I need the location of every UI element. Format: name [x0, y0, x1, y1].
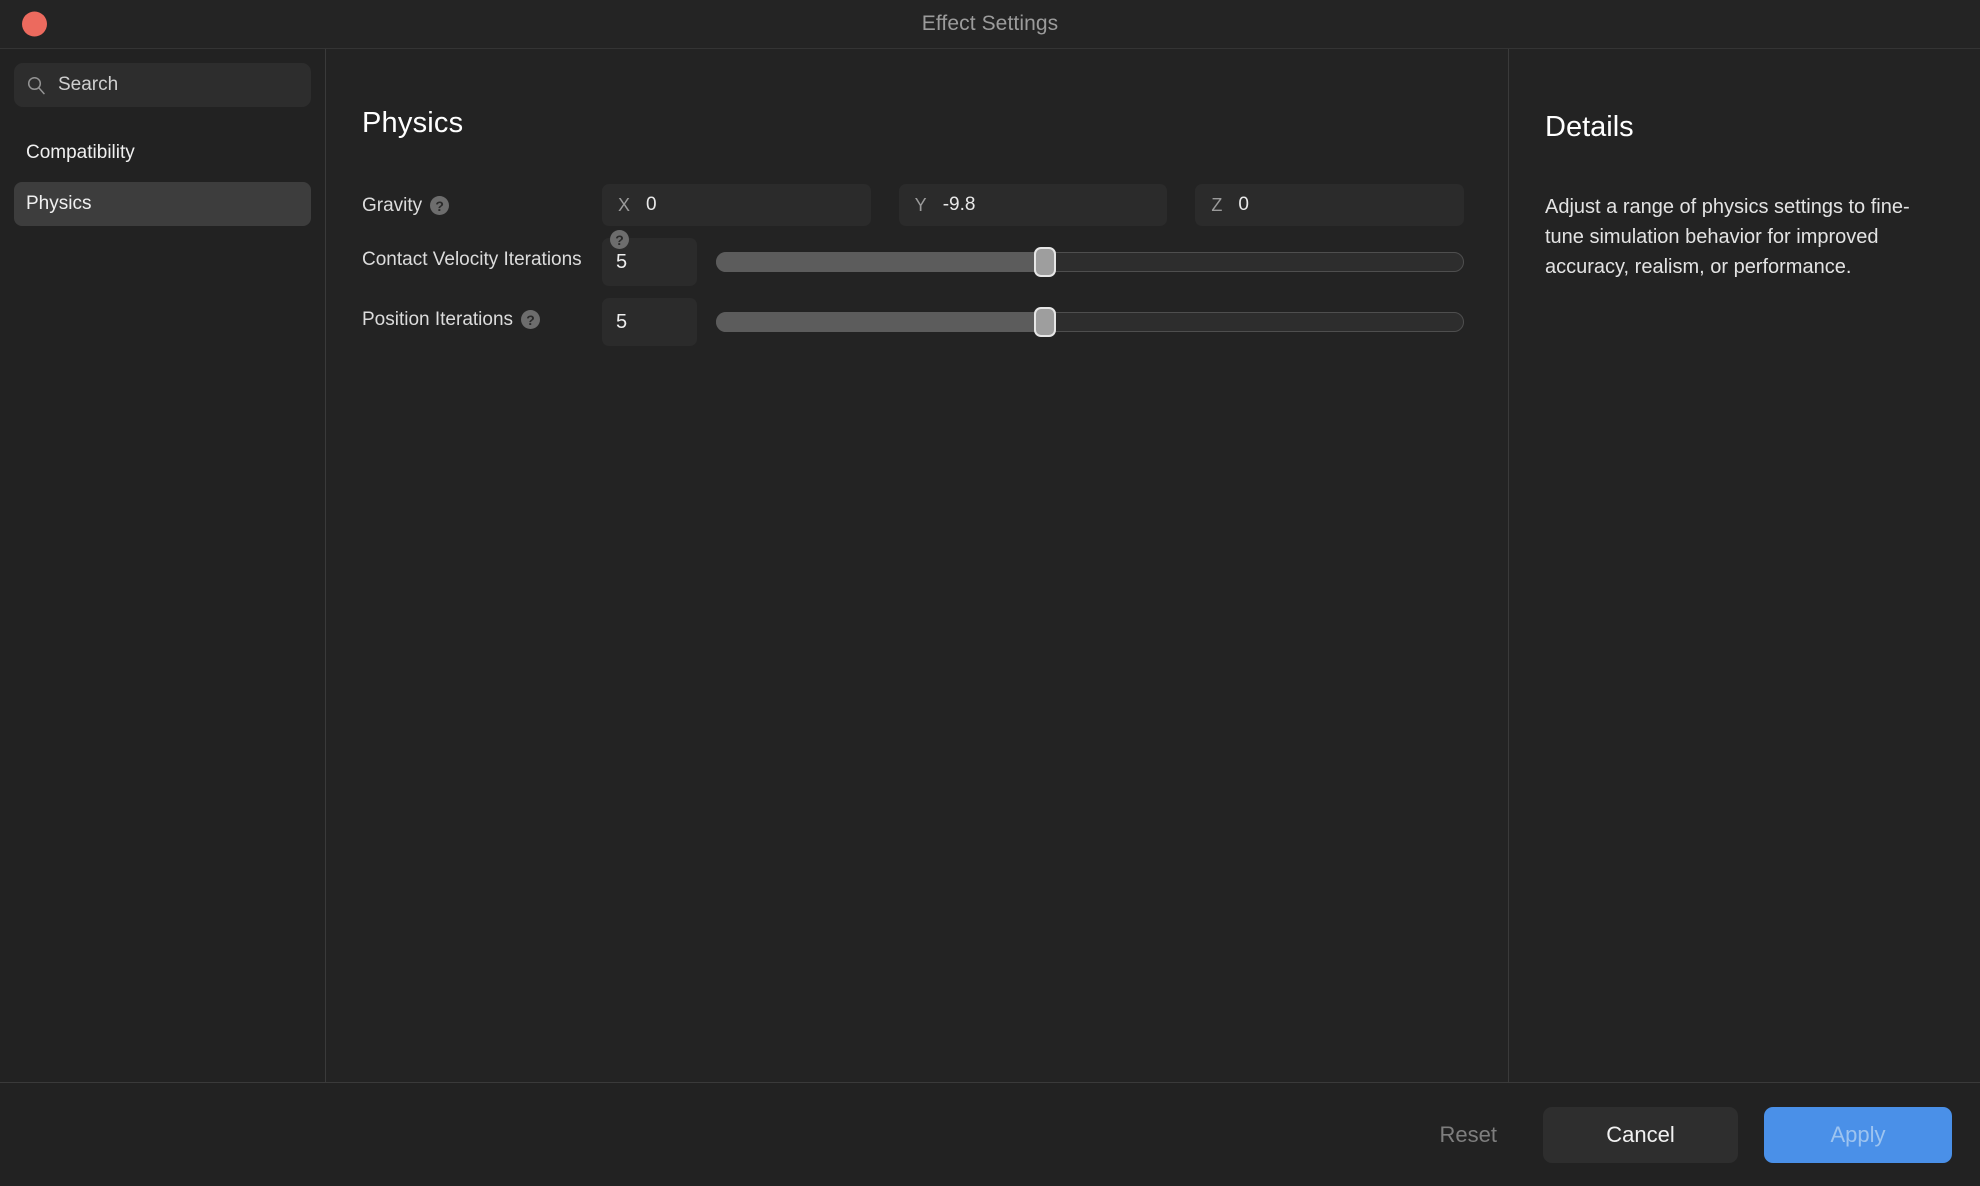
contact-velocity-iterations-input[interactable]: ? 5 [602, 230, 697, 286]
sidebar-item-compatibility[interactable]: Compatibility [14, 131, 311, 175]
details-panel: Details Adjust a range of physics settin… [1509, 49, 1980, 1082]
field-label-text: Contact Velocity Iterations [362, 249, 582, 270]
axis-value: 0 [1238, 194, 1249, 215]
details-title: Details [1545, 111, 1634, 143]
contact-velocity-iterations-control: ? 5 [602, 230, 1464, 286]
contact-velocity-iterations-slider[interactable] [716, 247, 1464, 277]
gravity-vector-fields: X 0 Y -9.8 Z 0 [602, 184, 1465, 226]
field-row-contact-velocity-iterations: Contact Velocity Iterations ? 5 [362, 230, 1464, 286]
main-panel: Physics Gravity ? X 0 Y -9.8 Z 0 Contact… [326, 49, 1509, 1082]
axis-label: Y [914, 194, 927, 215]
details-body: Adjust a range of physics settings to fi… [1545, 196, 1910, 278]
slider-thumb[interactable] [1034, 247, 1057, 277]
slider-fill [716, 252, 1046, 272]
help-circle-icon[interactable]: ? [430, 196, 450, 215]
axis-value: 0 [646, 194, 657, 215]
slider-thumb[interactable] [1034, 307, 1057, 337]
slider-fill [716, 312, 1046, 332]
axis-label: Z [1211, 194, 1223, 215]
field-label-position-iterations: Position Iterations ? [362, 298, 602, 332]
cancel-button[interactable]: Cancel [1543, 1106, 1738, 1163]
search-box[interactable] [14, 63, 311, 107]
window-title: Effect Settings [921, 12, 1059, 35]
sidebar-item-physics[interactable]: Physics [14, 182, 311, 226]
gravity-y-field[interactable]: Y -9.8 [898, 184, 1168, 226]
close-button[interactable] [22, 11, 47, 37]
apply-button[interactable]: Apply [1764, 1106, 1952, 1163]
footer-button-bar: Reset Cancel Apply [0, 1082, 1980, 1186]
position-iterations-slider[interactable] [716, 307, 1464, 337]
position-iterations-input[interactable]: 5 [602, 298, 697, 346]
search-icon [27, 76, 45, 95]
position-iterations-control: 5 [602, 298, 1464, 346]
sidebar: Compatibility Physics [0, 49, 326, 1082]
field-row-position-iterations: Position Iterations ? 5 [362, 298, 1464, 346]
sidebar-item-label: Physics [26, 193, 92, 214]
effect-settings-window: Effect Settings Compatibility Physics Ph… [0, 0, 1980, 1186]
field-label-text: Gravity [362, 195, 423, 216]
position-iterations-value: 5 [616, 310, 628, 333]
field-row-gravity: Gravity ? X 0 Y -9.8 Z 0 [362, 184, 1465, 226]
gravity-z-field[interactable]: Z 0 [1195, 184, 1465, 226]
search-input[interactable] [58, 74, 299, 96]
axis-value: -9.8 [942, 194, 976, 215]
field-label-text: Position Iterations [362, 309, 514, 330]
help-circle-icon[interactable]: ? [610, 230, 629, 249]
help-circle-icon[interactable]: ? [521, 310, 541, 329]
axis-label: X [618, 194, 631, 215]
field-label-gravity: Gravity ? [362, 184, 602, 218]
sidebar-item-label: Compatibility [26, 142, 135, 163]
contact-velocity-iterations-value: 5 [616, 250, 628, 273]
page-title: Physics [362, 107, 464, 139]
window-body: Compatibility Physics Physics Gravity ? … [0, 48, 1980, 1082]
reset-button[interactable]: Reset [1420, 1107, 1517, 1163]
gravity-x-field[interactable]: X 0 [602, 184, 871, 226]
field-label-contact-velocity-iterations: Contact Velocity Iterations [362, 238, 602, 272]
titlebar: Effect Settings [0, 0, 1980, 48]
